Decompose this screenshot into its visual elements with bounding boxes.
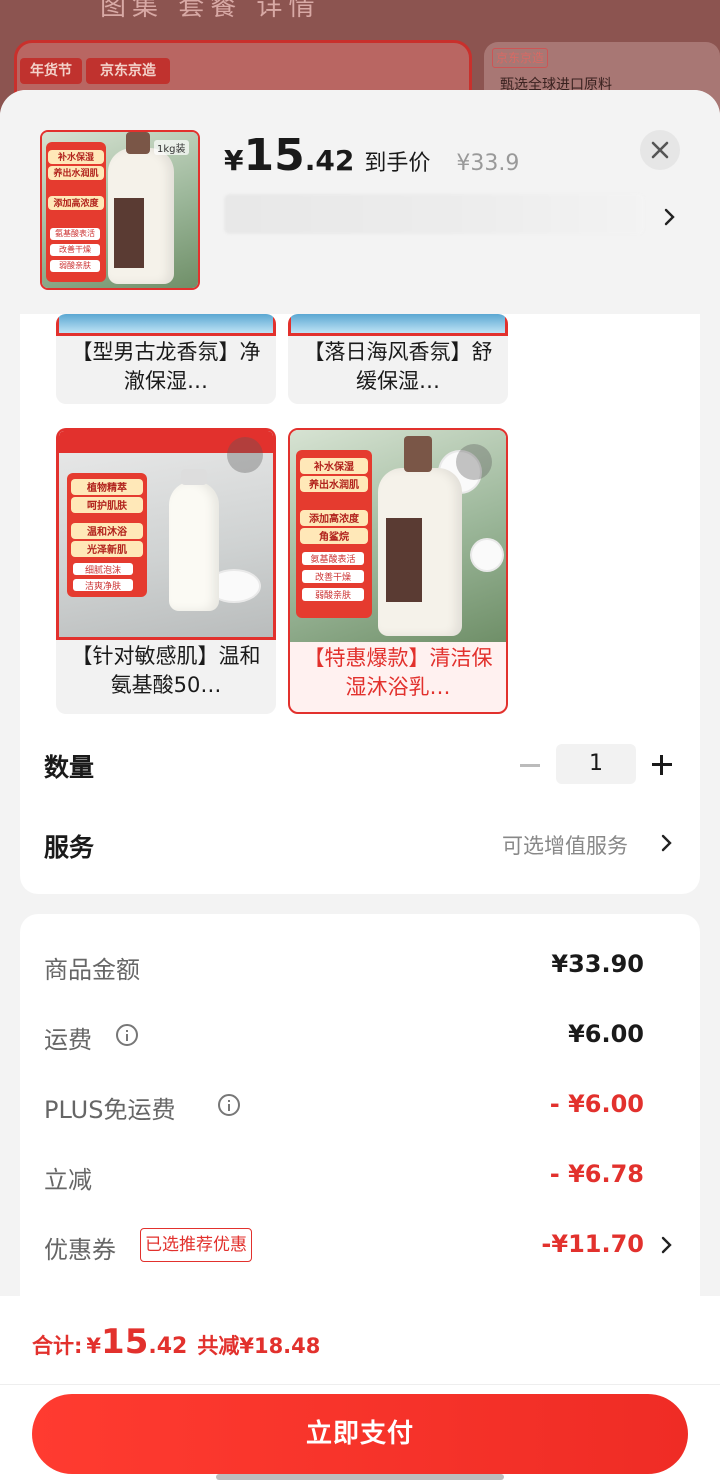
coupon-value[interactable]: -¥11.70 [541,1230,644,1258]
art-text: 光泽新肌 [71,541,143,557]
background-badge: 年货节 [20,58,82,84]
decrease-button[interactable] [520,764,540,767]
info-icon[interactable] [218,1094,240,1116]
total-currency: ¥ [86,1334,102,1358]
variant-label: 【特惠爆款】清洁保湿沐浴乳… [303,646,493,699]
service-hint[interactable]: 可选增值服务 [502,830,628,860]
art-text: 添加高浓度 [300,510,368,526]
promo-row-blurred[interactable] [224,194,644,234]
background-tabs: 图集 套餐 详情 [100,0,321,22]
purchase-sheet: 【型男古龙香氛】净澈保湿… 【落日海风香氛】舒缓保湿… 植物精萃 呵护肌肤 温和… [0,90,720,1480]
total-line: 合计: ¥ 15 .42 共减¥18.48 [32,1322,320,1362]
product-thumbnail[interactable]: 补水保湿 养出水润肌 添加高浓度 氨基酸表活 改善干燥 弱酸亲肤 1kg装 [40,130,200,290]
goods-amount-value: ¥33.90 [551,950,644,978]
chevron-right-icon[interactable] [658,206,680,228]
goods-amount-label: 商品金额 [44,956,140,984]
price-line: ¥ 15 .42 到手价 ¥33.9 [224,130,519,181]
art-text: 细腻泡沫 [73,563,133,576]
art-text: 呵护肌肤 [71,497,143,513]
art-text: 角鲨烷 [300,528,368,544]
price-label: 到手价 [364,151,431,176]
shipping-label: 运费 [44,1026,92,1054]
art-text: 补水保湿 [48,150,104,164]
variant-label: 【型男古龙香氛】净澈保湿… [71,340,261,393]
expand-icon[interactable] [227,437,263,473]
variant-card[interactable]: 植物精萃 呵护肌肤 温和沐浴 光泽新肌 细腻泡沫 洁爽净肤 【针对敏感肌】温和氨… [56,428,276,714]
quantity-label: 数量 [44,753,95,782]
art-text: 氨基酸表活 [302,552,364,565]
variant-label: 【落日海风香氛】舒缓保湿… [303,340,493,393]
footer-divider [0,1384,720,1385]
home-indicator[interactable] [216,1474,504,1480]
original-price: ¥33.9 [456,151,520,176]
instant-discount-label: 立减 [44,1166,92,1194]
close-button[interactable] [640,130,680,170]
total-decimal: .42 [148,1334,188,1359]
variant-label: 【针对敏感肌】温和氨基酸50… [71,644,261,697]
expand-icon[interactable] [456,444,492,480]
total-integer: 15 [101,1322,149,1362]
info-icon[interactable] [116,1024,138,1046]
variant-image [288,314,508,336]
quantity-input[interactable]: 1 [556,744,636,784]
art-text: 温和沐浴 [71,523,143,539]
variant-card[interactable]: 【型男古龙香氛】净澈保湿… [56,314,276,404]
pay-now-button[interactable]: 立即支付 [32,1394,688,1474]
variant-image [56,314,276,336]
art-text: 添加高浓度 [48,196,104,210]
art-text: 改善干燥 [302,570,364,583]
chevron-right-icon[interactable] [656,1234,676,1256]
art-text: 补水保湿 [300,458,368,474]
price-decimal: .42 [304,144,355,177]
size-tag: 1kg装 [154,140,189,155]
sheet-header: 补水保湿 养出水润肌 添加高浓度 氨基酸表活 改善干燥 弱酸亲肤 1kg装 ¥ … [0,90,720,314]
art-text: 植物精萃 [71,479,143,495]
art-text: 洁爽净肤 [73,579,133,592]
art-text: 养出水润肌 [300,476,368,492]
background-badge: 京东京造 [492,48,548,68]
art-text: 氨基酸表活 [50,228,100,240]
total-label: 合计: [32,1334,83,1358]
variant-image: 植物精萃 呵护肌肤 温和沐浴 光泽新肌 细腻泡沫 洁爽净肤 [56,428,276,640]
variant-card[interactable]: 【落日海风香氛】舒缓保湿… [288,314,508,404]
art-text: 弱酸亲肤 [50,260,100,272]
price-integer: 15 [243,130,305,181]
coupon-badge: 已选推荐优惠 [140,1228,252,1262]
art-text: 弱酸亲肤 [302,588,364,601]
variant-image: 补水保湿 养出水润肌 添加高浓度 角鲨烷 氨基酸表活 改善干燥 弱酸亲肤 [290,430,506,642]
service-label: 服务 [44,833,95,862]
coupon-label: 优惠券 [44,1236,116,1264]
background-badge: 京东京造 [86,58,170,84]
total-saving: 共减¥18.48 [197,1334,321,1358]
art-text: 养出水润肌 [48,166,104,180]
instant-discount-value: - ¥6.78 [549,1160,644,1188]
chevron-right-icon[interactable] [656,832,676,854]
price-currency: ¥ [224,144,244,177]
close-icon [651,141,669,159]
art-text: 改善干燥 [50,244,100,256]
shipping-value: ¥6.00 [568,1020,644,1048]
plus-free-shipping-value: - ¥6.00 [549,1090,644,1118]
variant-card-selected[interactable]: 补水保湿 养出水润肌 添加高浓度 角鲨烷 氨基酸表活 改善干燥 弱酸亲肤 【特惠… [288,428,508,714]
plus-free-shipping-label: PLUS免运费 [44,1096,176,1124]
